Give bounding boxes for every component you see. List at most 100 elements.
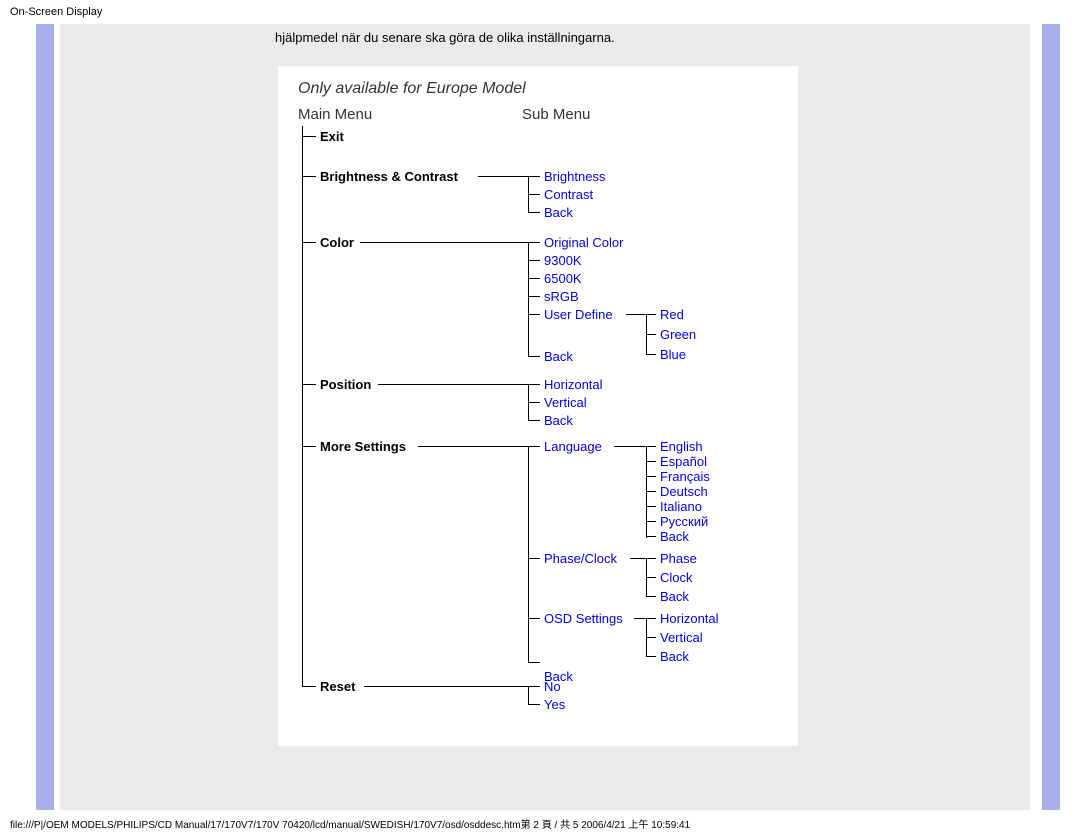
tree-connector [528,194,540,195]
tree-connector [378,384,528,385]
tree-connector [528,296,540,297]
lang-francais: Français [660,469,710,484]
bc-back: Back [544,205,573,220]
tree-connector [528,446,529,662]
userdef-green: Green [660,327,696,342]
tree-connector [528,704,540,705]
tree-connector [646,461,656,462]
lang-espanol: Español [660,454,707,469]
tree-connector [302,446,316,447]
more-osdsettings: OSD Settings [544,611,623,626]
left-margin-bar [36,24,54,810]
diagram-note: Only available for Europe Model [298,80,526,98]
tree-connector [646,656,656,657]
osd-back: Back [660,649,689,664]
tree-connector [626,314,646,315]
tree-connector [528,402,540,403]
color-6500k: 6500K [544,271,582,286]
tree-connector [646,506,656,507]
tree-connector [528,686,540,687]
tree-connector [646,446,647,538]
right-margin-bar [1042,24,1060,810]
tree-connector [646,536,656,537]
osd-horizontal: Horizontal [660,611,719,626]
mm-color: Color [320,235,354,250]
lang-english: English [660,439,703,454]
tree-connector [646,618,656,619]
lang-russkiy: Русский [660,514,708,529]
tree-connector [478,176,528,177]
tree-connector [630,558,646,559]
tree-connector [528,686,529,704]
osd-vertical: Vertical [660,630,703,645]
pc-phase: Phase [660,551,697,566]
reset-yes: Yes [544,697,565,712]
tree-connector [646,476,656,477]
tree-connector [528,662,540,663]
pos-horizontal: Horizontal [544,377,603,392]
lang-italiano: Italiano [660,499,702,514]
tree-connector [528,446,540,447]
column-header-main: Main Menu [298,106,372,123]
tree-connector [528,212,540,213]
tree-connector [302,686,316,687]
tree-connector [528,558,540,559]
tree-connector [302,136,316,137]
mm-position: Position [320,377,371,392]
tree-connector [364,686,528,687]
bc-brightness: Brightness [544,169,605,184]
tree-connector [646,491,656,492]
mm-more-settings: More Settings [320,439,406,454]
more-language: Language [544,439,602,454]
tree-connector [302,384,316,385]
userdef-blue: Blue [660,347,686,362]
mm-exit: Exit [320,129,344,144]
lang-deutsch: Deutsch [660,484,708,499]
tree-connector [646,596,656,597]
bc-contrast: Contrast [544,187,593,202]
color-srgb: sRGB [544,289,579,304]
color-userdef: User Define [544,307,613,322]
tree-connector [614,446,646,447]
userdef-red: Red [660,307,684,322]
osd-tree-diagram: Only available for Europe Model Main Men… [278,66,798,746]
page-title: On-Screen Display [10,6,102,18]
tree-connector [528,260,540,261]
tree-connector [646,314,656,315]
tree-connector [528,176,540,177]
color-original: Original Color [544,235,623,250]
pc-clock: Clock [660,570,693,585]
pos-vertical: Vertical [544,395,587,410]
tree-connector [646,558,656,559]
pc-back: Back [660,589,689,604]
tree-connector [634,618,646,619]
color-9300k: 9300K [544,253,582,268]
pos-back: Back [544,413,573,428]
tree-connector [646,577,656,578]
color-back: Back [544,349,573,364]
tree-connector [528,278,540,279]
tree-connector [528,618,540,619]
tree-connector [302,176,316,177]
tree-connector [528,314,540,315]
footer-path: file:///P|/OEM MODELS/PHILIPS/CD Manual/… [10,816,690,831]
tree-spine [302,126,303,686]
tree-connector [528,242,540,243]
tree-connector [418,446,528,447]
tree-connector [302,242,316,243]
mm-reset: Reset [320,679,355,694]
tree-connector [528,356,540,357]
tree-connector [360,242,528,243]
column-header-sub: Sub Menu [522,106,590,123]
tree-connector [646,334,656,335]
intro-text: hjälpmedel när du senare ska göra de oli… [275,30,615,45]
tree-connector [646,521,656,522]
tree-connector [528,384,540,385]
reset-no: No [544,679,561,694]
lang-back: Back [660,529,689,544]
mm-brightness-contrast: Brightness & Contrast [320,169,458,184]
tree-connector [646,637,656,638]
tree-connector [646,446,656,447]
more-phaseclock: Phase/Clock [544,551,617,566]
tree-connector [528,420,540,421]
